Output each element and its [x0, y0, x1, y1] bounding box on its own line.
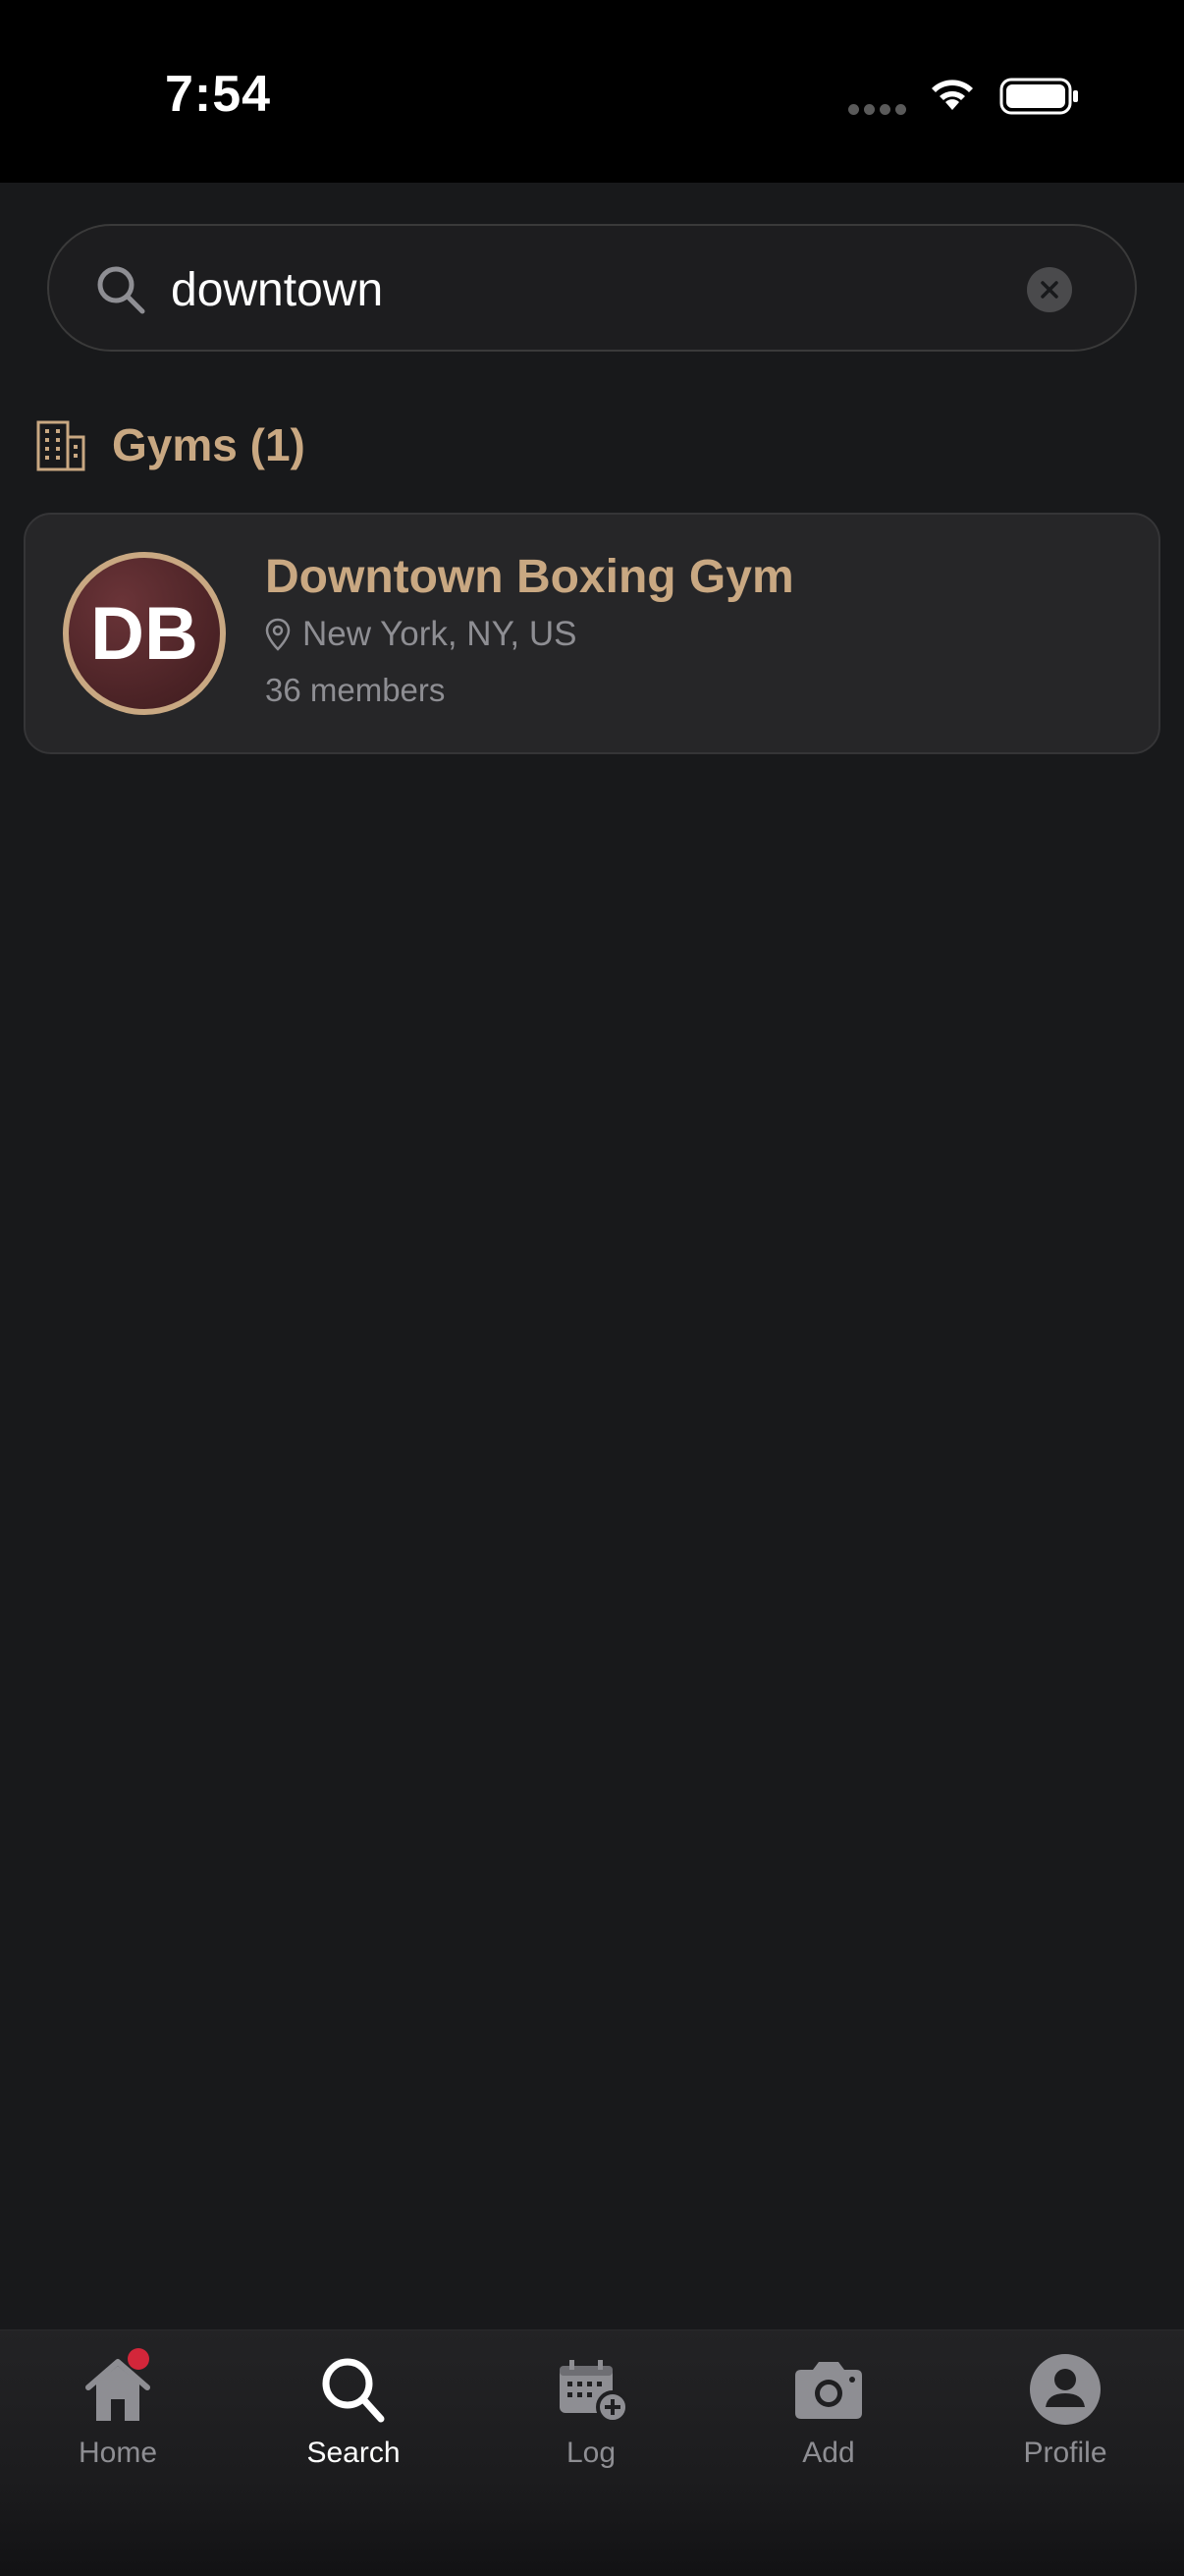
gym-name: Downtown Boxing Gym: [265, 551, 794, 603]
wifi-icon: [932, 80, 973, 110]
search-icon: [97, 266, 145, 314]
gym-avatar: DB: [63, 552, 226, 715]
tab-profile[interactable]: Profile: [967, 2352, 1163, 2499]
cellular-signal-icon: [848, 104, 907, 118]
bottom-tab-bar: Home Search Log Add Profile: [0, 2329, 1184, 2576]
profile-icon: [1030, 2354, 1101, 2425]
close-icon: [1041, 281, 1058, 299]
section-title: Gyms (1): [112, 419, 305, 470]
notification-badge: [128, 2348, 149, 2370]
building-icon: [36, 420, 85, 471]
status-time: 7:54: [165, 66, 272, 123]
tab-log[interactable]: Log: [493, 2352, 689, 2499]
gym-member-count: 36 members: [265, 672, 446, 708]
search-icon: [322, 2358, 385, 2423]
search-bar[interactable]: [47, 224, 1137, 352]
clear-search-button[interactable]: [1027, 267, 1072, 312]
gym-result-card[interactable]: DB Downtown Boxing Gym New York, NY, US …: [24, 513, 1160, 754]
tab-search[interactable]: Search: [255, 2352, 452, 2499]
tab-profile-label: Profile: [1023, 2437, 1107, 2469]
tab-add[interactable]: Add: [730, 2352, 927, 2499]
camera-icon: [795, 2362, 862, 2419]
gym-location-text: New York, NY, US: [302, 615, 577, 653]
gym-location: New York, NY, US: [265, 615, 577, 654]
gyms-section-header: Gyms (1): [35, 411, 305, 479]
tab-home-label: Home: [78, 2437, 158, 2469]
tab-add-label: Add: [802, 2437, 855, 2469]
tab-home[interactable]: Home: [20, 2348, 216, 2499]
tab-log-label: Log: [565, 2437, 617, 2469]
location-pin-icon: [265, 618, 291, 651]
calendar-add-icon: [560, 2360, 629, 2424]
search-input[interactable]: [169, 249, 1037, 330]
status-bar: 7:54: [0, 0, 1184, 183]
battery-icon: [999, 78, 1078, 115]
tab-search-label: Search: [306, 2437, 401, 2469]
